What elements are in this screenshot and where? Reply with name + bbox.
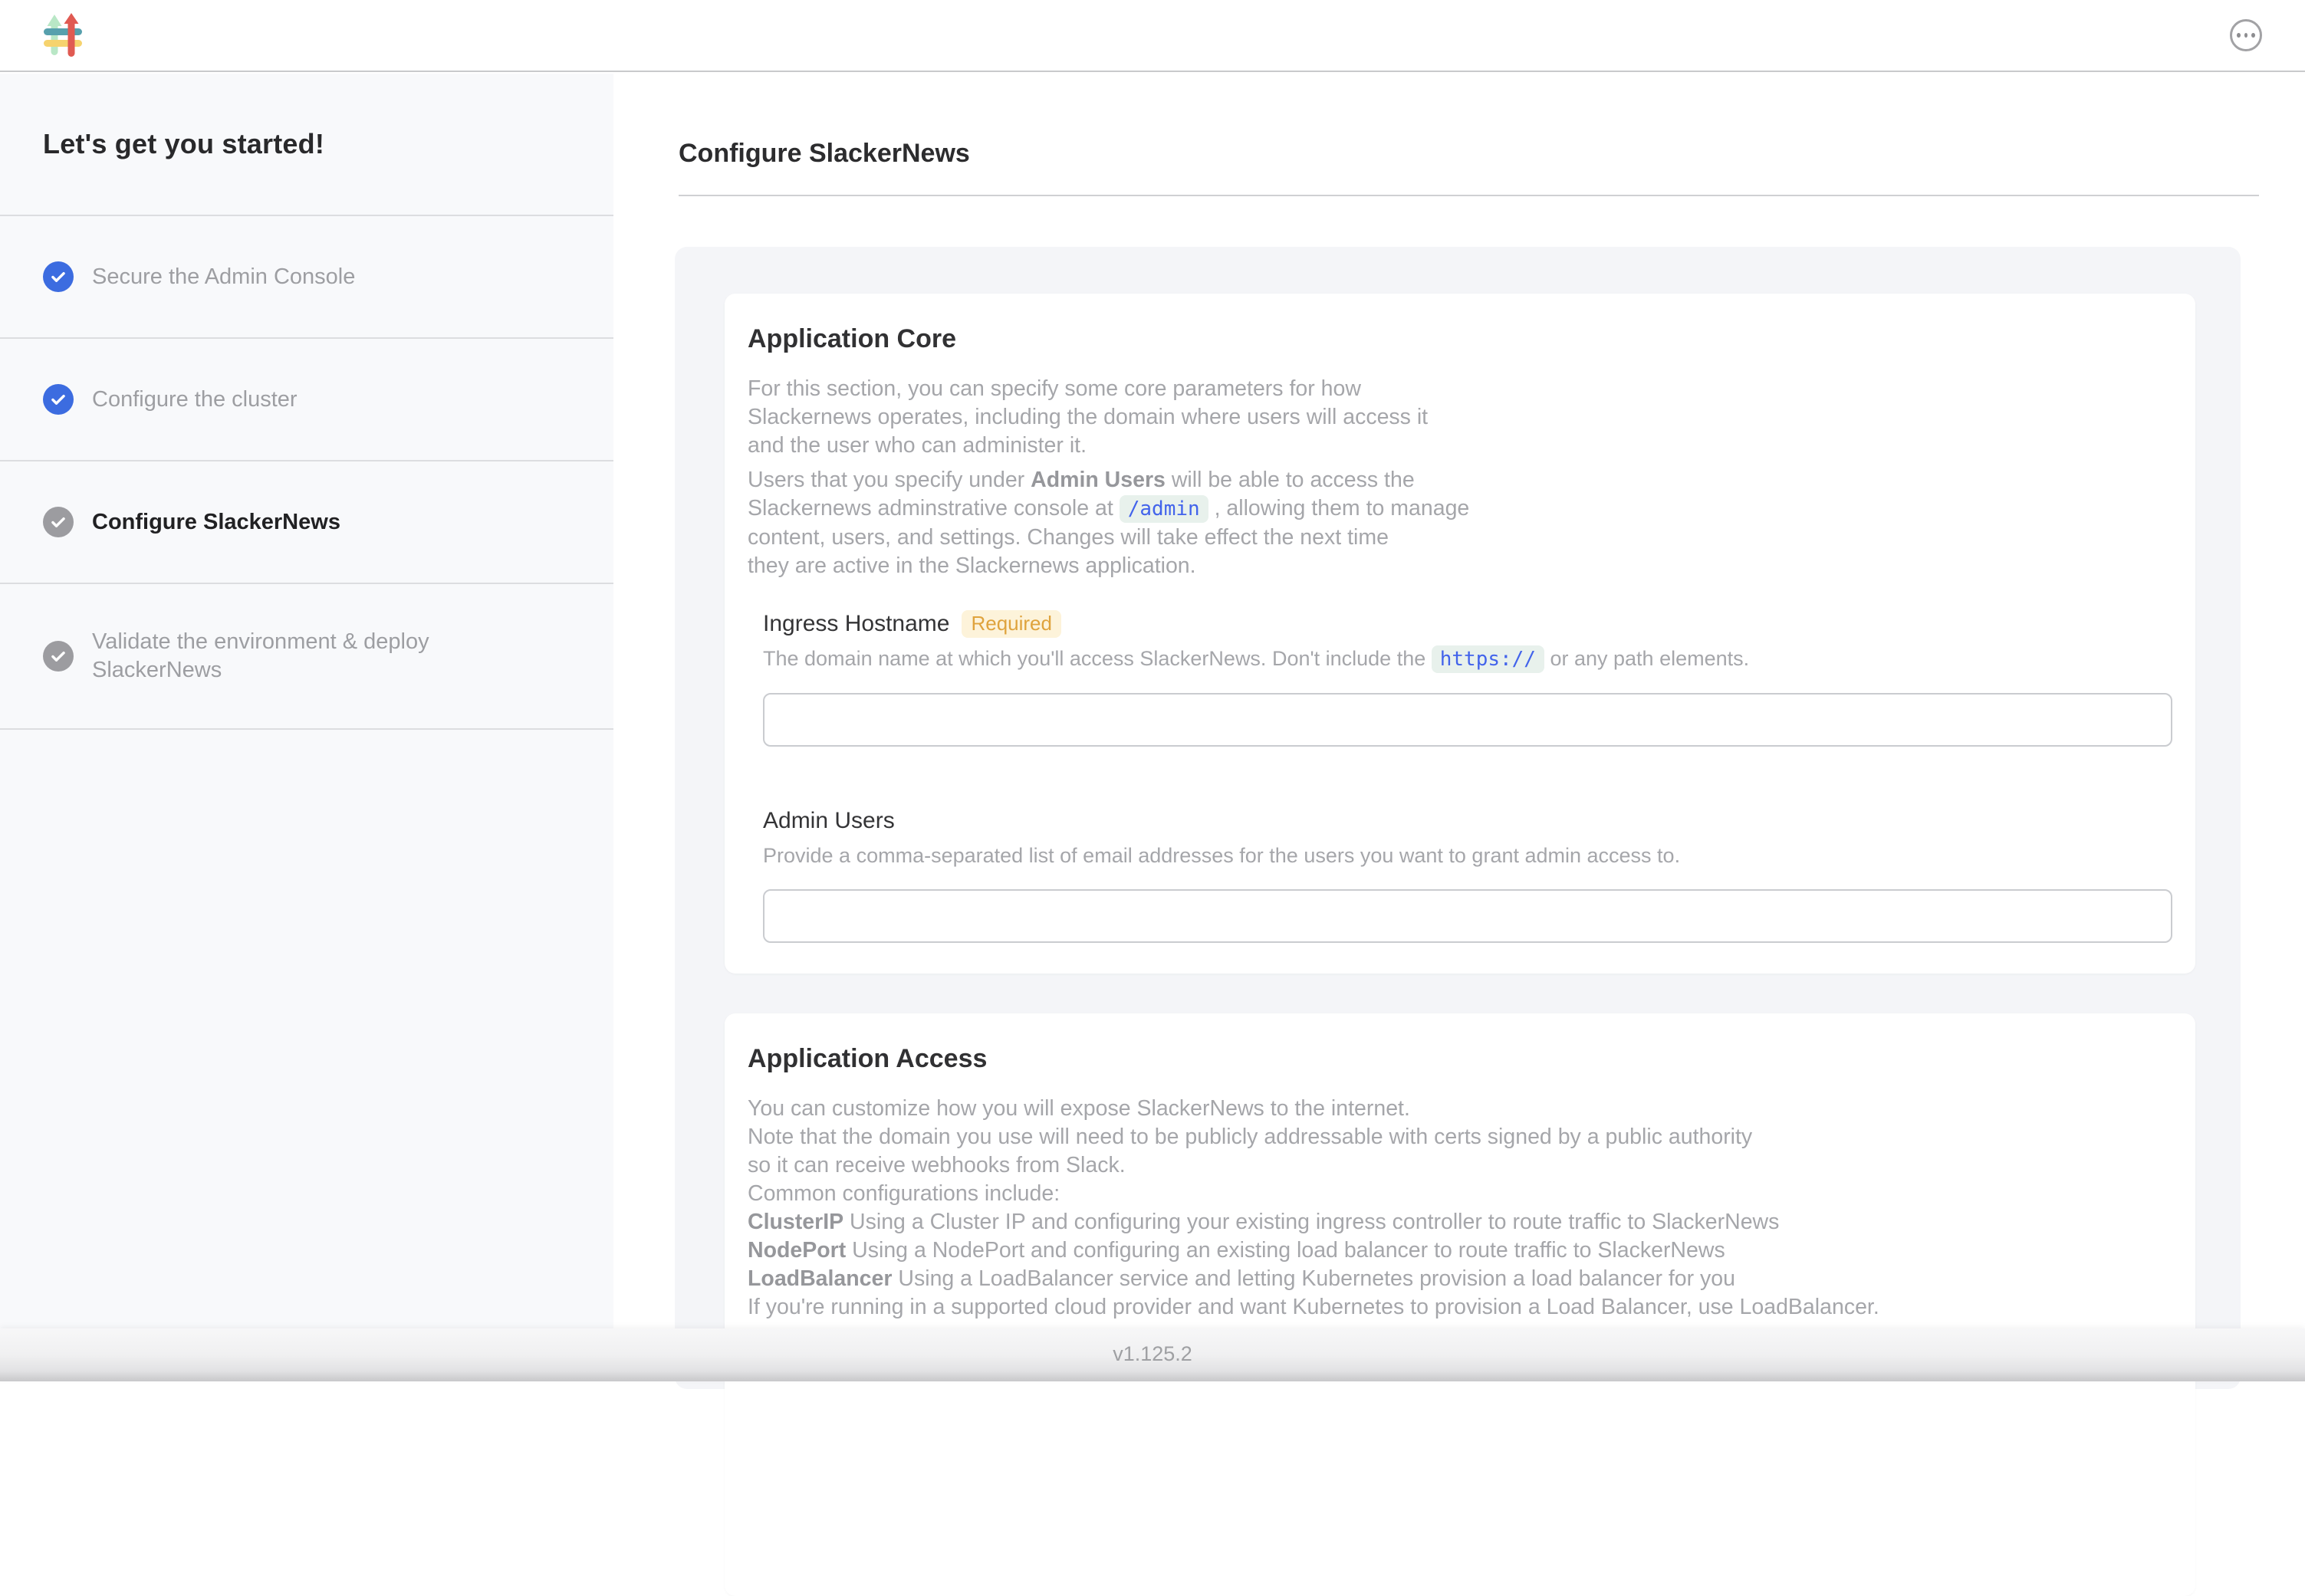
sidebar-item-secure-admin-console[interactable]: Secure the Admin Console xyxy=(0,216,613,339)
overflow-menu-button[interactable] xyxy=(2230,19,2262,51)
check-circle-icon xyxy=(43,261,74,292)
version-label: v1.125.2 xyxy=(1113,1342,1192,1365)
sidebar-title: Let's get you started! xyxy=(43,128,324,160)
page-title: Configure SlackerNews xyxy=(679,139,970,169)
section-title-application-access: Application Access xyxy=(748,1043,2172,1075)
config-panel: Application Core For this section, you c… xyxy=(675,247,2241,1389)
inline-code-https: https:// xyxy=(1432,645,1544,673)
title-divider xyxy=(679,195,2259,196)
required-badge: Required xyxy=(962,610,1061,638)
admin-users-note: Users that you specify under Admin Users… xyxy=(748,466,2172,580)
application-access-description: You can customize how you will expose Sl… xyxy=(748,1095,2172,1322)
section-title-application-core: Application Core xyxy=(748,323,2172,355)
admin-users-input[interactable] xyxy=(763,889,2172,943)
card-application-core: Application Core For this section, you c… xyxy=(725,294,2195,974)
sidebar-item-configure-slackernews[interactable]: Configure SlackerNews xyxy=(0,461,613,584)
field-help: The domain name at which you'll access S… xyxy=(763,645,2172,673)
step-label: Secure the Admin Console xyxy=(92,263,355,291)
inline-code-admin-path: /admin xyxy=(1120,495,1208,523)
step-label: Validate the environment & deploy Slacke… xyxy=(92,628,510,685)
top-navbar xyxy=(0,0,2305,72)
ingress-hostname-input[interactable] xyxy=(763,693,2172,747)
section-description-line: For this section, you can specify some c… xyxy=(748,375,2172,403)
field-help: Provide a comma-separated list of email … xyxy=(763,842,2172,869)
card-application-access: Application Access You can customize how… xyxy=(725,1013,2195,1596)
setup-steps-sidebar: Let's get you started! Secure the Admin … xyxy=(0,74,613,1381)
ellipsis-icon xyxy=(2237,33,2241,38)
sidebar-header: Let's get you started! xyxy=(0,74,613,216)
step-label: Configure the cluster xyxy=(92,386,298,414)
field-ingress-hostname: Ingress Hostname Required The domain nam… xyxy=(763,609,2172,747)
field-label: Admin Users xyxy=(763,808,895,834)
app-logo-icon xyxy=(43,12,83,58)
main-content: Configure SlackerNews Application Core F… xyxy=(613,74,2305,1381)
check-circle-icon xyxy=(43,384,74,415)
check-circle-icon xyxy=(43,641,74,672)
sidebar-item-configure-cluster[interactable]: Configure the cluster xyxy=(0,339,613,461)
field-label: Ingress Hostname xyxy=(763,611,949,637)
field-admin-users: Admin Users Provide a comma-separated li… xyxy=(763,806,2172,943)
footer-bar: v1.125.2 xyxy=(0,1328,2305,1381)
section-description-line: Slackernews operates, including the doma… xyxy=(748,403,2172,432)
step-label: Configure SlackerNews xyxy=(92,508,340,537)
section-description-line: and the user who can administer it. xyxy=(748,432,2172,460)
sidebar-item-validate-deploy[interactable]: Validate the environment & deploy Slacke… xyxy=(0,584,613,730)
check-circle-icon xyxy=(43,507,74,537)
